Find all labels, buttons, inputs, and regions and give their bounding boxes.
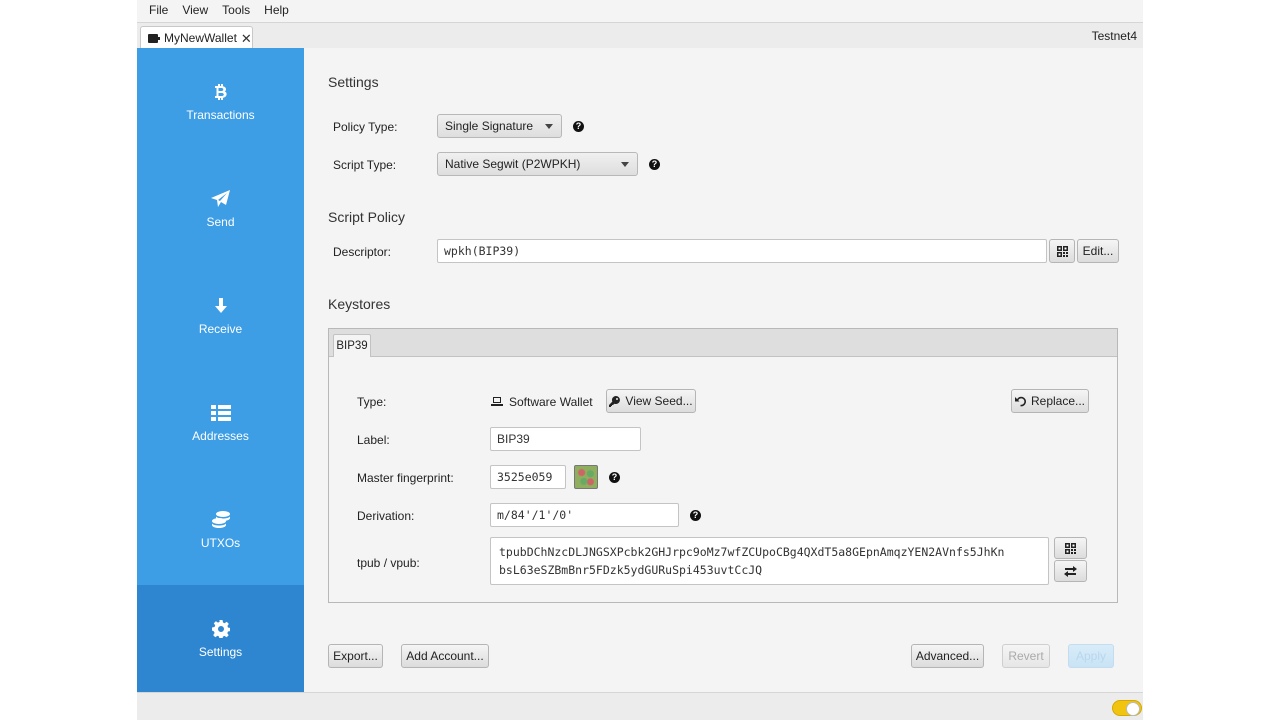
chevron-down-icon [621, 162, 629, 167]
settings-title: Settings [328, 74, 379, 90]
script-type-select[interactable]: Native Segwit (P2WPKH) [437, 152, 638, 176]
xpub-field[interactable]: tpubDChNzcDLJNGSXPcbk2GHJrpc9oMz7wfZCUpo… [490, 537, 1049, 585]
script-policy-title: Script Policy [328, 209, 406, 225]
help-icon[interactable]: ? [649, 159, 660, 170]
sidebar-item-utxos[interactable]: UTXOs [137, 476, 304, 583]
wallet-type: Software Wallet [491, 395, 593, 409]
fingerprint-label: Master fingerprint: [357, 471, 454, 485]
wallet-icon [148, 33, 160, 43]
qr-code-button[interactable] [1049, 239, 1075, 263]
wallet-tab[interactable]: MyNewWallet ✕ [140, 26, 253, 49]
menu-file[interactable]: File [143, 0, 174, 20]
sidebar-item-settings[interactable]: Settings [137, 585, 304, 692]
status-bar [137, 692, 1143, 720]
derivation-field[interactable]: m/84'/1'/0' [490, 503, 679, 527]
keystore-tab-bar: BIP39 [329, 329, 1117, 357]
help-icon[interactable]: ? [609, 472, 620, 483]
tab-bip39[interactable]: BIP39 [333, 334, 371, 357]
xpub-qr-button[interactable] [1054, 537, 1087, 559]
policy-type-select[interactable]: Single Signature [437, 114, 562, 138]
menu-help[interactable]: Help [258, 0, 295, 20]
edit-descriptor-button[interactable]: Edit... [1077, 239, 1119, 263]
settings-panel: Settings Policy Type: Single Signature ?… [304, 48, 1143, 692]
network-toggle[interactable] [1112, 700, 1142, 716]
gear-icon [211, 619, 231, 639]
help-icon[interactable]: ? [690, 510, 701, 521]
key-icon [609, 395, 621, 407]
wallet-tab-bar: MyNewWallet ✕ Testnet4 [137, 22, 1143, 49]
type-label: Type: [357, 395, 387, 409]
apply-button[interactable]: Apply [1068, 644, 1114, 668]
xpub-label: tpub / vpub: [357, 556, 420, 570]
chevron-down-icon [545, 124, 553, 129]
wallet-type-value: Software Wallet [509, 395, 593, 409]
app-window: File View Tools Help MyNewWallet ✕ Testn… [137, 0, 1143, 720]
menu-tools[interactable]: Tools [216, 0, 256, 20]
script-type-label: Script Type: [333, 158, 397, 172]
view-seed-button[interactable]: View Seed... [606, 389, 696, 413]
close-icon[interactable]: ✕ [241, 32, 252, 45]
qr-code-icon [1065, 542, 1076, 554]
qr-code-icon [1056, 245, 1068, 257]
sidebar-item-send[interactable]: Send [137, 155, 304, 262]
sidebar: Transactions Send Receive Addresses UTXO… [137, 48, 304, 692]
sidebar-item-label: Receive [198, 321, 243, 336]
keystore-panel: BIP39 Type: Software Wallet View Seed...… [328, 328, 1118, 603]
revert-button[interactable]: Revert [1002, 644, 1050, 668]
sidebar-item-label: Send [206, 214, 235, 229]
sidebar-item-label: Settings [198, 644, 243, 659]
keystores-title: Keystores [328, 296, 391, 312]
descriptor-field[interactable]: wpkh(BIP39) [437, 239, 1047, 263]
menu-bar: File View Tools Help [137, 0, 1143, 20]
policy-type-value: Single Signature [445, 119, 534, 133]
replace-label: Replace... [1030, 394, 1086, 408]
help-icon[interactable]: ? [573, 121, 584, 132]
bitcoin-icon [211, 82, 231, 102]
add-account-button[interactable]: Add Account... [401, 644, 489, 668]
view-seed-label: View Seed... [625, 394, 693, 408]
paper-plane-icon [210, 189, 231, 209]
sidebar-item-label: UTXOs [200, 535, 241, 550]
wallet-tab-label: MyNewWallet [164, 31, 237, 45]
swap-icon [1064, 565, 1077, 577]
xpub-swap-button[interactable] [1054, 560, 1087, 582]
policy-type-label: Policy Type: [333, 120, 398, 134]
sidebar-item-addresses[interactable]: Addresses [137, 369, 304, 476]
list-icon [210, 403, 231, 423]
network-label: Testnet4 [1091, 29, 1137, 43]
arrow-down-icon [211, 296, 231, 316]
undo-icon [1014, 396, 1026, 406]
fingerprint-field[interactable]: 3525e059 [490, 465, 566, 489]
fingerprint-identicon [574, 465, 598, 489]
sidebar-item-receive[interactable]: Receive [137, 262, 304, 369]
sidebar-item-label: Transactions [186, 107, 255, 122]
coins-icon [211, 510, 231, 530]
descriptor-label: Descriptor: [333, 245, 392, 259]
export-button[interactable]: Export... [328, 644, 383, 668]
advanced-button[interactable]: Advanced... [911, 644, 984, 668]
label-label: Label: [357, 433, 390, 447]
script-type-value: Native Segwit (P2WPKH) [445, 157, 581, 171]
menu-view[interactable]: View [176, 0, 214, 20]
derivation-label: Derivation: [357, 509, 415, 523]
laptop-icon [491, 397, 503, 406]
sidebar-item-transactions[interactable]: Transactions [137, 48, 304, 155]
sidebar-item-label: Addresses [192, 428, 249, 443]
keystore-label-field[interactable]: BIP39 [490, 427, 641, 451]
replace-button[interactable]: Replace... [1011, 389, 1089, 413]
